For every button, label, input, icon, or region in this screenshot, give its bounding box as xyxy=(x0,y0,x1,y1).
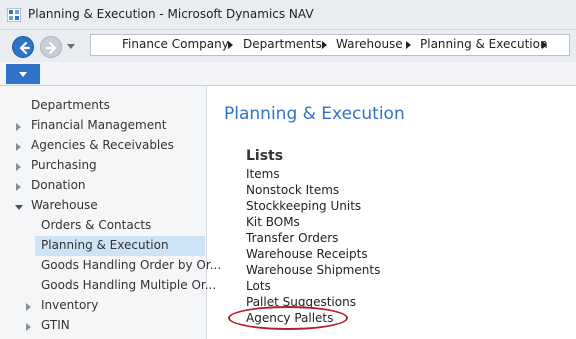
highlight-circle-annotation xyxy=(228,306,348,330)
ribbon-bar xyxy=(0,62,576,86)
back-arrow-icon xyxy=(19,41,31,55)
application-menu-button[interactable] xyxy=(6,64,40,84)
sidebar-item-agencies-receivables[interactable]: Agencies & Receivables xyxy=(31,136,174,155)
sidebar-item-financial-management[interactable]: Financial Management xyxy=(31,116,166,135)
breadcrumb-chevron-icon[interactable] xyxy=(542,41,547,49)
sidebar-item-planning-execution[interactable]: Planning & Execution xyxy=(41,236,169,255)
expand-icon[interactable] xyxy=(16,163,21,171)
list-link-transfer-orders[interactable]: Transfer Orders xyxy=(246,231,338,245)
expand-icon[interactable] xyxy=(16,123,21,131)
list-link-nonstock-items[interactable]: Nonstock Items xyxy=(246,183,339,197)
sidebar-item-donation[interactable]: Donation xyxy=(31,176,86,195)
window-title: Planning & Execution - Microsoft Dynamic… xyxy=(28,7,314,21)
expand-icon[interactable] xyxy=(26,323,31,331)
sidebar-item-goods-handling-order-by[interactable]: Goods Handling Order by Or... xyxy=(41,256,221,275)
back-button[interactable] xyxy=(12,36,34,58)
breadcrumb-finance-company[interactable]: Finance Company xyxy=(122,37,229,51)
sidebar-item-goods-handling-multiple[interactable]: Goods Handling Multiple Or... xyxy=(41,276,216,295)
sidebar-item-orders-contacts[interactable]: Orders & Contacts xyxy=(41,216,151,235)
expand-icon[interactable] xyxy=(16,183,21,191)
collapse-icon[interactable] xyxy=(15,205,23,210)
sidebar-item-gtin[interactable]: GTIN xyxy=(41,316,70,335)
sidebar-item-warehouse[interactable]: Warehouse xyxy=(31,196,98,215)
list-link-items[interactable]: Items xyxy=(246,167,280,181)
breadcrumb-planning-execution[interactable]: Planning & Execution xyxy=(420,37,548,51)
expand-icon[interactable] xyxy=(16,143,21,151)
breadcrumb-chevron-icon[interactable] xyxy=(406,41,411,49)
forward-button[interactable] xyxy=(40,36,62,58)
breadcrumb-chevron-icon[interactable] xyxy=(322,41,327,49)
sidebar-item-departments[interactable]: Departments xyxy=(31,96,110,115)
list-link-stockkeeping-units[interactable]: Stockkeeping Units xyxy=(246,199,361,213)
page-title: Planning & Execution xyxy=(224,104,405,124)
history-dropdown-icon[interactable] xyxy=(67,44,75,49)
breadcrumb-warehouse[interactable]: Warehouse xyxy=(336,37,403,51)
list-link-lots[interactable]: Lots xyxy=(246,279,271,293)
breadcrumb-departments[interactable]: Departments xyxy=(243,37,322,51)
dynamics-nav-logo-icon xyxy=(7,8,21,22)
list-link-warehouse-shipments[interactable]: Warehouse Shipments xyxy=(246,263,380,277)
list-link-kit-boms[interactable]: Kit BOMs xyxy=(246,215,300,229)
breadcrumb-chevron-icon[interactable] xyxy=(228,41,233,49)
list-link-warehouse-receipts[interactable]: Warehouse Receipts xyxy=(246,247,368,261)
expand-icon[interactable] xyxy=(26,303,31,311)
sidebar-item-inventory[interactable]: Inventory xyxy=(41,296,98,315)
sidebar-item-purchasing[interactable]: Purchasing xyxy=(31,156,97,175)
lists-heading: Lists xyxy=(246,148,284,164)
chevron-down-icon xyxy=(19,72,27,77)
forward-arrow-icon xyxy=(45,41,57,55)
